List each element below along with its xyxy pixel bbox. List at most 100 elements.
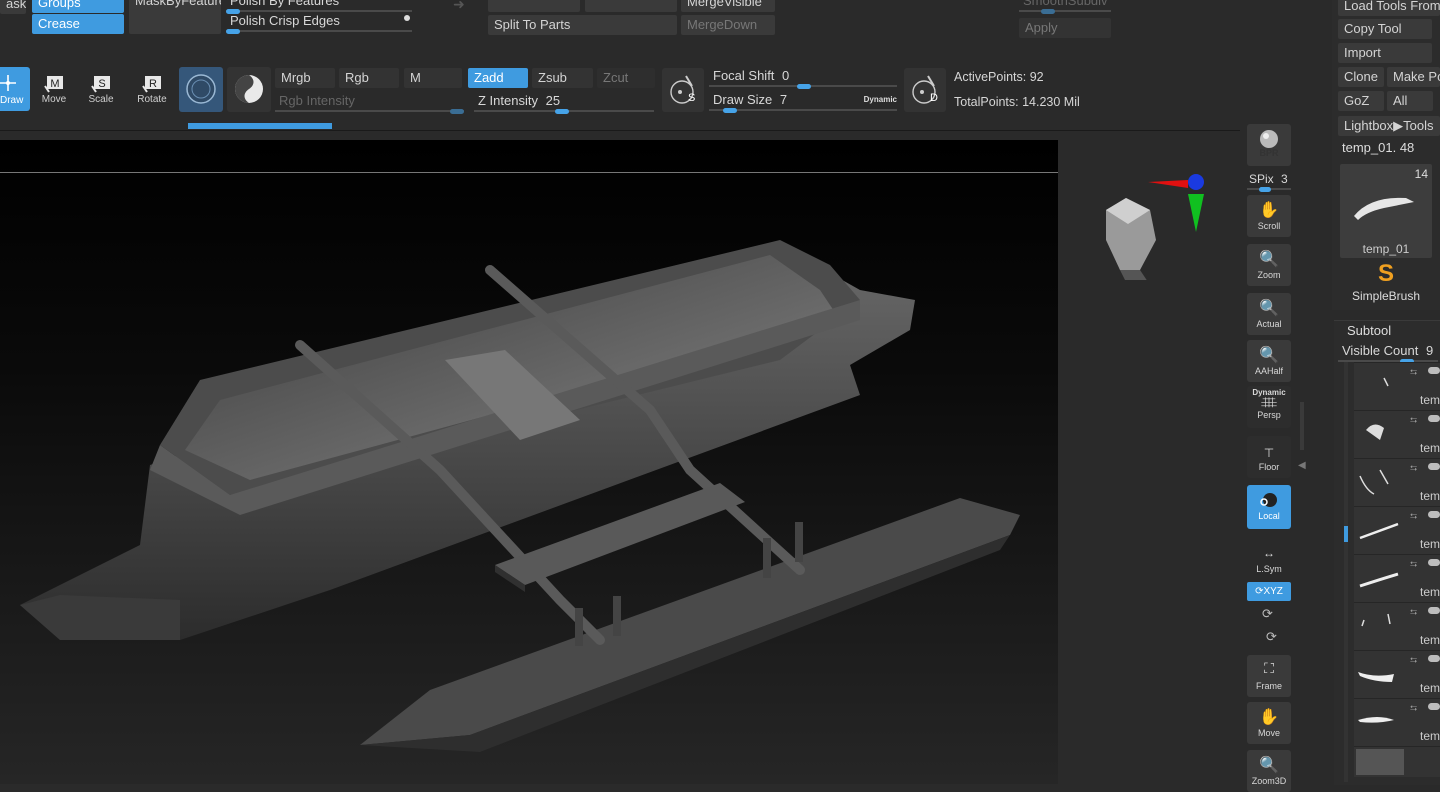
viewport-canvas[interactable]	[0, 140, 1240, 784]
xyz-label: XYZ	[1263, 586, 1283, 597]
rotate-z-icon[interactable]: ⟳	[1266, 629, 1277, 645]
subtool-scroll-thumb[interactable]	[1344, 526, 1348, 542]
split-to-parts-button[interactable]: Split To Parts	[488, 15, 677, 35]
subtool-lock-icon[interactable]: ⮀	[1410, 367, 1417, 378]
top-blank-button[interactable]	[488, 0, 580, 12]
scale-tool[interactable]: S Scale	[79, 70, 123, 114]
focal-shift-slider[interactable]: Focal Shift 0	[709, 67, 897, 89]
nav-gizmo[interactable]	[1100, 170, 1210, 282]
subtool-item[interactable]: ⮀ tem	[1354, 506, 1440, 555]
subtool-item-partial[interactable]	[1354, 746, 1440, 777]
copy-tool-button[interactable]: Copy Tool	[1338, 19, 1432, 39]
subtool-eye-icon[interactable]	[1428, 655, 1440, 662]
simplebrush-icon: S	[1377, 260, 1394, 287]
zcut-button[interactable]: Zcut	[597, 68, 655, 88]
m-button[interactable]: M	[404, 68, 462, 88]
zoom3d-button[interactable]: 🔍 Zoom3D	[1247, 750, 1291, 792]
subtool-lock-icon[interactable]: ⮀	[1410, 463, 1417, 474]
shelf-scroll-indicator	[1300, 402, 1304, 450]
subtool-lock-icon[interactable]: ⮀	[1410, 415, 1417, 426]
smooth-subdiv-slider[interactable]: SmoothSubdiv	[1019, 0, 1111, 14]
tool-progress-bar	[188, 123, 332, 129]
subtool-item[interactable]: ⮀ tem	[1354, 458, 1440, 507]
spix-slider[interactable]: SPix 3	[1247, 170, 1291, 192]
scroll-button[interactable]: ✋ Scroll	[1247, 195, 1291, 237]
groups-button[interactable]: Groups	[32, 0, 124, 13]
subtool-item[interactable]: ⮀ tem	[1354, 362, 1440, 411]
subtool-scrollbar[interactable]	[1344, 362, 1348, 782]
mrgb-button[interactable]: Mrgb	[275, 68, 335, 88]
polish-by-features-slider[interactable]: Polish By Features	[226, 0, 412, 14]
focal-shift-value: 0	[782, 68, 790, 83]
rgb-button[interactable]: Rgb	[339, 68, 399, 88]
z-intensity-slider[interactable]: Z Intensity 25	[474, 92, 654, 114]
matcap-sphere-button[interactable]	[227, 67, 271, 112]
subtool-item[interactable]: ⮀ tem	[1354, 554, 1440, 603]
subtool-eye-icon[interactable]	[1428, 703, 1440, 710]
subtool-lock-icon[interactable]: ⮀	[1410, 559, 1417, 570]
subtool-lock-icon[interactable]: ⮀	[1410, 511, 1417, 522]
draw-tool[interactable]: Draw	[0, 67, 30, 111]
mask-by-feature-button[interactable]: MaskByFeature	[129, 0, 221, 34]
actual-button[interactable]: 🔍 Actual	[1247, 293, 1291, 335]
bpr-button[interactable]: BPR	[1247, 124, 1291, 166]
zoom-button[interactable]: 🔍 Zoom	[1247, 244, 1291, 286]
all-button[interactable]: All	[1387, 91, 1433, 111]
zadd-button[interactable]: Zadd	[468, 68, 528, 88]
move-view-button[interactable]: ✋ Move	[1247, 702, 1291, 744]
subtool-title[interactable]: Subtool	[1347, 323, 1391, 338]
zsub-button[interactable]: Zsub	[532, 68, 593, 88]
merge-down-button[interactable]: MergeDown	[681, 15, 775, 35]
subtool-eye-icon[interactable]	[1428, 415, 1440, 422]
frame-button[interactable]: ⛶ Frame	[1247, 655, 1291, 697]
rgb-intensity-slider[interactable]: Rgb Intensity	[275, 92, 464, 114]
frame-icon: ⛶	[1264, 660, 1274, 676]
top-blank-button-2[interactable]	[585, 0, 677, 12]
subtool-eye-icon[interactable]	[1428, 463, 1440, 470]
subtool-eye-icon[interactable]	[1428, 511, 1440, 518]
floor-button[interactable]: ⊤ Floor	[1247, 436, 1291, 478]
rotate-y-icon[interactable]: ⟳	[1262, 606, 1273, 622]
subtool-lock-icon[interactable]: ⮀	[1410, 655, 1417, 666]
polish-crisp-edges-slider[interactable]: Polish Crisp Edges	[226, 12, 412, 34]
xyz-button[interactable]: ⟳XYZ	[1247, 582, 1291, 601]
material-sphere-button[interactable]	[179, 67, 223, 112]
d-letter: D	[930, 92, 938, 104]
simplebrush-tool[interactable]: S SimpleBrush	[1340, 260, 1432, 306]
mask-button[interactable]: ask	[0, 0, 26, 14]
d-brush-button[interactable]: D	[904, 68, 946, 112]
rotate-tool[interactable]: R Rotate	[130, 70, 174, 114]
subtool-item[interactable]: ⮀ tem	[1354, 698, 1440, 747]
persp-button[interactable]: Dynamic Persp	[1247, 386, 1291, 428]
clone-button[interactable]: Clone	[1338, 67, 1384, 87]
aahalf-button[interactable]: 🔍 AAHalf	[1247, 340, 1291, 382]
subtool-lock-icon[interactable]: ⮀	[1410, 607, 1417, 618]
subtool-item[interactable]: ⮀ tem	[1354, 650, 1440, 699]
apply-button[interactable]: Apply	[1019, 18, 1111, 38]
goz-button[interactable]: GoZ	[1338, 91, 1384, 111]
move-tool[interactable]: M Move	[32, 70, 76, 114]
subtool-lock-icon[interactable]: ⮀	[1410, 703, 1417, 714]
local-button[interactable]: Local	[1247, 485, 1291, 529]
import-button[interactable]: Import	[1338, 43, 1432, 63]
subtool-eye-icon[interactable]	[1428, 607, 1440, 614]
lsym-button[interactable]: ↔ L.Sym	[1247, 538, 1291, 580]
tool-thumbnail[interactable]: 14 temp_01	[1340, 164, 1432, 258]
load-tools-button[interactable]: Load Tools From	[1338, 0, 1440, 16]
visible-count-slider[interactable]: Visible Count 9	[1338, 342, 1438, 364]
head-gizmo-icon	[1106, 174, 1204, 282]
subtool-item[interactable]: ⮀ tem	[1354, 602, 1440, 651]
merge-visible-button[interactable]: MergeVisible	[681, 0, 775, 12]
subtool-eye-icon[interactable]	[1428, 367, 1440, 374]
subtool-eye-icon[interactable]	[1428, 559, 1440, 566]
crease-button[interactable]: Crease	[32, 14, 124, 34]
dynamic-label[interactable]: Dynamic	[864, 91, 897, 109]
focal-shift-curve-button[interactable]: S	[662, 68, 704, 112]
lightbox-tools-button[interactable]: Lightbox▶Tools	[1338, 116, 1440, 136]
polish-crisp-edges-dot	[404, 15, 410, 21]
expand-tray-arrow-icon[interactable]: ◀	[1298, 460, 1306, 471]
draw-size-slider[interactable]: Draw Size 7 Dynamic	[709, 91, 897, 113]
subtool-thumb-icon	[1359, 469, 1389, 495]
subtool-item[interactable]: ⮀ tem	[1354, 410, 1440, 459]
make-polymesh-button[interactable]: Make Po	[1387, 67, 1440, 87]
